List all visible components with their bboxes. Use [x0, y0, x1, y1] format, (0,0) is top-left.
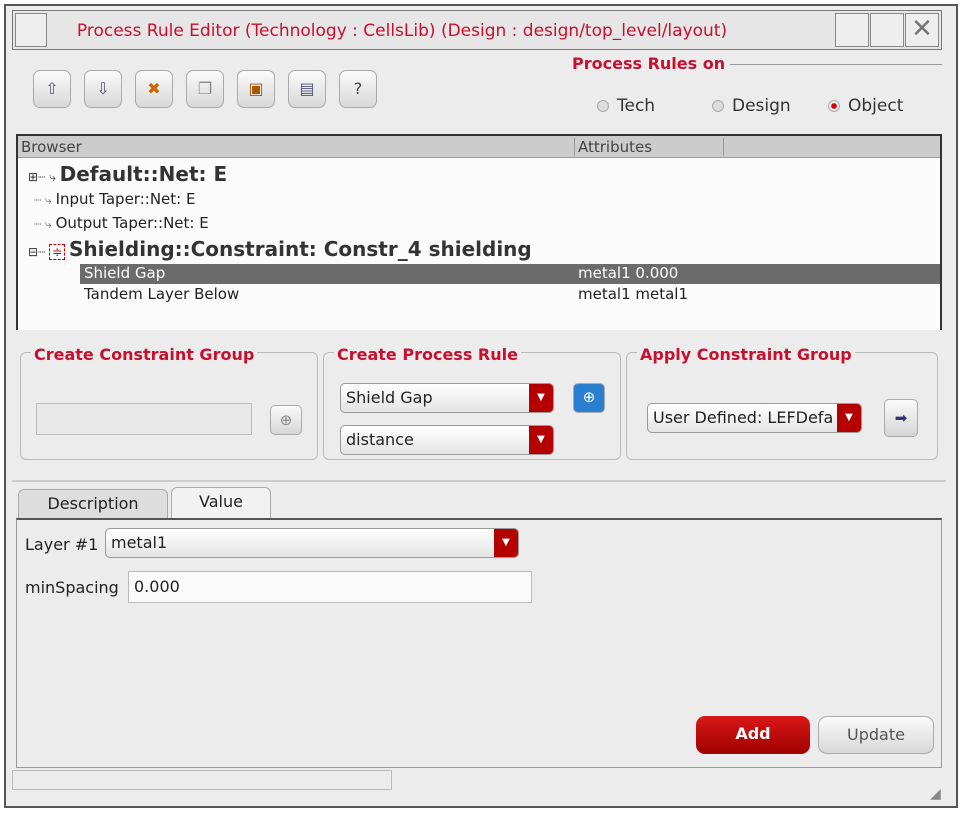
tree-row[interactable]: ⊞┈ ⤷ Default::Net: E [28, 162, 940, 186]
tab-description[interactable]: Description [18, 489, 168, 519]
apply-constraint-group-label: Apply Constraint Group [637, 345, 855, 364]
rule-type-value: distance [346, 430, 414, 449]
tree-row[interactable]: Tandem Layer Below metal1 metal1 [80, 285, 940, 303]
add-icon: ⊕ [582, 388, 596, 406]
tree-row-label: Default::Net: E [59, 162, 228, 186]
minspacing-label: minSpacing [25, 578, 119, 597]
chevron-down-icon: ▼ [837, 404, 861, 432]
chevron-down-icon: ▼ [529, 384, 553, 412]
process-rules-on-label: Process Rules on [572, 54, 726, 73]
rule-type-select[interactable]: distance ▼ [340, 425, 554, 455]
add-icon: ⊕ [279, 411, 293, 429]
paste-button[interactable]: ▣ [237, 70, 275, 108]
apply-group-button[interactable]: ➡ [884, 399, 918, 437]
status-bar [12, 770, 392, 790]
create-process-rule-panel: Create Process Rule Shield Gap ▼ distance… [323, 345, 621, 460]
divider [12, 480, 946, 482]
help-icon: ? [353, 79, 363, 98]
delete-icon: ✖ [147, 79, 161, 98]
window-title: Process Rule Editor (Technology : CellsL… [76, 21, 728, 41]
update-button[interactable]: Update [818, 716, 934, 754]
create-group-button[interactable]: ⊕ [270, 405, 302, 435]
tree-row-label: Tandem Layer Below [84, 285, 240, 303]
minspacing-input[interactable]: 0.000 [128, 571, 532, 603]
rule-select-value: Shield Gap [346, 388, 433, 407]
apply-constraint-group-panel: Apply Constraint Group User Defined: LEF… [626, 345, 938, 460]
rule-browser[interactable]: Browser Attributes ⊞┈ ⤷ Default::Net: E … [16, 134, 942, 330]
tree-row[interactable]: ⊟┈ ≑ Shielding::Constraint: Constr_4 shi… [28, 237, 940, 261]
title-bar: Process Rule Editor (Technology : CellsL… [12, 10, 942, 50]
constraint-group-select[interactable]: User Defined: LEFDefa ▼ [647, 403, 862, 433]
tree-row[interactable]: ┈ ⤷ Input Taper::Net: E [34, 190, 940, 208]
radio-object[interactable]: Object [828, 96, 903, 116]
browser-header: Browser Attributes [18, 136, 940, 158]
divider [730, 64, 942, 65]
radio-tech-label: Tech [617, 96, 656, 116]
tree-row-label: Input Taper::Net: E [55, 190, 196, 208]
tree-row-selected[interactable]: Shield Gap metal1 0.000 [80, 264, 940, 284]
tree-row-label: Output Taper::Net: E [55, 214, 209, 232]
create-constraint-group-label: Create Constraint Group [31, 345, 258, 364]
layer-select[interactable]: metal1 ▼ [105, 528, 519, 558]
close-button[interactable]: ✕ [905, 13, 939, 47]
radio-design-label: Design [732, 96, 791, 116]
maximize-button[interactable] [870, 13, 904, 47]
column-browser[interactable]: Browser [21, 138, 82, 156]
move-up-button[interactable]: ⇧ [33, 70, 71, 108]
resize-grip-icon[interactable]: ◢ [930, 786, 941, 802]
paste-icon: ▣ [248, 79, 264, 98]
radio-tech[interactable]: Tech [597, 96, 655, 116]
rule-select[interactable]: Shield Gap ▼ [340, 383, 554, 413]
chevron-down-icon: ▼ [529, 426, 553, 454]
layer-select-value: metal1 [111, 533, 168, 552]
constraint-icon: ≑ [49, 244, 66, 260]
constraint-group-name-input[interactable] [36, 403, 252, 435]
create-constraint-group-panel: Create Constraint Group ⊕ [20, 345, 318, 460]
move-down-button[interactable]: ⇩ [84, 70, 122, 108]
constraint-group-value: User Defined: LEFDefa [653, 408, 834, 427]
help-button[interactable]: ? [339, 70, 377, 108]
save-button[interactable]: ▤ [288, 70, 326, 108]
tab-value[interactable]: Value [171, 487, 271, 519]
radio-design[interactable]: Design [712, 96, 791, 116]
tree-row-attr: metal1 metal1 [578, 285, 689, 303]
move-down-icon: ⇩ [96, 79, 110, 98]
move-up-icon: ⇧ [45, 79, 59, 98]
radio-object-label: Object [848, 96, 904, 116]
layer-label: Layer #1 [25, 535, 99, 554]
tree-row[interactable]: ┈ ⤷ Output Taper::Net: E [34, 214, 940, 232]
minimize-button[interactable] [835, 13, 869, 47]
delete-button[interactable]: ✖ [135, 70, 173, 108]
copy-icon: ❐ [197, 79, 213, 98]
tree-row-attr: metal1 0.000 [578, 264, 679, 282]
add-button[interactable]: Add [696, 716, 810, 754]
arrow-right-icon: ➡ [894, 409, 908, 427]
save-icon: ▤ [299, 79, 315, 98]
chevron-down-icon: ▼ [494, 529, 518, 557]
create-process-rule-label: Create Process Rule [334, 345, 521, 364]
column-attributes[interactable]: Attributes [574, 138, 724, 156]
tree-row-label: Shielding::Constraint: Constr_4 shieldin… [68, 237, 532, 261]
tree-row-label: Shield Gap [84, 264, 166, 282]
create-rule-button[interactable]: ⊕ [573, 383, 605, 413]
copy-button[interactable]: ❐ [186, 70, 224, 108]
